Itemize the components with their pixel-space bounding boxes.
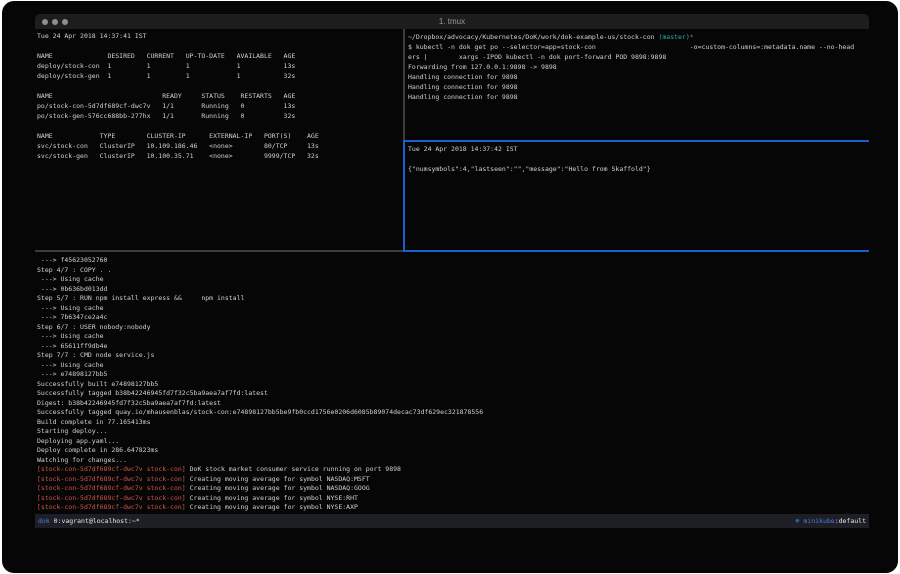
terminal-line: ---> Using cache <box>37 274 867 284</box>
terminal-line: Digest: b38b42246945fd7f32c5ba9aea7af7fd… <box>37 398 867 408</box>
terminal-line: Handling connection for 9898 <box>408 72 868 82</box>
terminal-line: Forwarding from 127.0.0.1:9898 -> 9898 <box>408 62 868 72</box>
screenshot-stage: 1. tmux Tue 24 Apr 2018 14:37:41 IST NAME… <box>0 0 900 574</box>
terminal-line: svc/stock-con ClusterIP 10.109.186.46 <n… <box>37 141 403 151</box>
terminal-line: Successfully tagged quay.io/mhausenblas/… <box>37 407 867 417</box>
pane-kubectl-watch[interactable]: Tue 24 Apr 2018 14:37:41 IST NAME DESIRED… <box>37 31 403 249</box>
terminal-line: po/stock-con-5d7df689cf-dwc7v 1/1 Runnin… <box>37 101 403 111</box>
terminal-line: Successfully built e74898127bb5 <box>37 379 867 389</box>
terminal-line: [stock-con-5d7df689cf-dwc7v stock-con] C… <box>37 474 867 484</box>
status-right-kube-context: ☸ minikube:default <box>796 517 866 525</box>
status-segment: dok <box>38 517 54 525</box>
terminal-line: [stock-con-5d7df689cf-dwc7v stock-con] C… <box>37 483 867 493</box>
terminal-line: svc/stock-gen ClusterIP 10.100.35.71 <no… <box>37 151 403 161</box>
terminal-line: Step 7/7 : CMD node service.js <box>37 350 867 360</box>
terminal-line: ~/Dropbox/advocacy/Kubernetes/DoK/work/d… <box>408 32 868 42</box>
terminal-line <box>37 121 403 131</box>
terminal-line: NAME READY STATUS RESTARTS AGE <box>37 91 403 101</box>
terminal-line <box>37 41 403 51</box>
terminal-line: Starting deploy... <box>37 426 867 436</box>
terminal-line: NAME TYPE CLUSTER-IP EXTERNAL-IP PORT(S)… <box>37 131 403 141</box>
status-left-session-window[interactable]: dok 0:vagrant@localhost:~* <box>38 517 140 525</box>
terminal-line: deploy/stock-con 1 1 1 1 13s <box>37 61 403 71</box>
pane-divider-vertical[interactable] <box>403 29 405 140</box>
terminal-line: Deploying app.yaml... <box>37 436 867 446</box>
terminal-line: ---> 7b6347ce2a4c <box>37 312 867 322</box>
terminal-line: Step 4/7 : COPY . . <box>37 265 867 275</box>
terminal-line: [stock-con-5d7df689cf-dwc7v stock-con] D… <box>37 464 867 474</box>
terminal-line: ers | xargs -IPOD kubectl -n dok port-fo… <box>408 52 868 62</box>
pane-divider-horizontal[interactable] <box>35 250 403 252</box>
terminal-line <box>37 81 403 91</box>
terminal-line: Build complete in 77.165413ms <box>37 417 867 427</box>
terminal-line: Step 6/7 : USER nobody:nobody <box>37 322 867 332</box>
terminal-line: deploy/stock-gen 1 1 1 1 32s <box>37 71 403 81</box>
window-titlebar[interactable]: 1. tmux <box>35 14 869 29</box>
status-segment: ☸ minikube <box>796 517 835 525</box>
terminal-line: Deploy complete in 286.647823ms <box>37 445 867 455</box>
terminal-line: ---> Using cache <box>37 331 867 341</box>
window-title: 1. tmux <box>35 17 869 26</box>
pane-skaffold-build-log[interactable]: ---> f45623052760Step 4/7 : COPY . . ---… <box>37 255 867 513</box>
status-segment: 0:vagrant@localhost:~* <box>54 517 140 525</box>
terminal-line: ---> 0b636bd013dd <box>37 284 867 294</box>
terminal-line <box>408 154 866 164</box>
terminal-line: Tue 24 Apr 2018 14:37:41 IST <box>37 31 403 41</box>
terminal-line: $ kubectl -n dok get po --selector=app=s… <box>408 42 868 52</box>
terminal-line: {"numsymbols":4,"lastseen":"","message":… <box>408 164 866 174</box>
terminal-line: Step 5/7 : RUN npm install express && np… <box>37 293 867 303</box>
terminal-line: ---> Using cache <box>37 360 867 370</box>
terminal-line: Watching for changes... <box>37 455 867 465</box>
terminal-line: ---> f45623052760 <box>37 255 867 265</box>
terminal-line: Handling connection for 9898 <box>408 82 868 92</box>
tmux-status-bar: dok 0:vagrant@localhost:~* ☸ minikube:de… <box>35 514 869 528</box>
terminal-line: ---> Using cache <box>37 303 867 313</box>
terminal-line: [stock-con-5d7df689cf-dwc7v stock-con] C… <box>37 493 867 503</box>
terminal-line: Handling connection for 9898 <box>408 92 868 102</box>
status-segment: :default <box>835 517 866 525</box>
terminal-line: NAME DESIRED CURRENT UP-TO-DATE AVAILABL… <box>37 51 403 61</box>
desktop-background: 1. tmux Tue 24 Apr 2018 14:37:41 IST NAME… <box>2 1 898 573</box>
terminal-line: Successfully tagged b38b42246945fd7f32c5… <box>37 388 867 398</box>
pane-port-forward-shell[interactable]: ~/Dropbox/advocacy/Kubernetes/DoK/work/d… <box>408 32 868 137</box>
terminal-line: [stock-con-5d7df689cf-dwc7v stock-con] C… <box>37 502 867 512</box>
terminal-line: ---> 65611ff9db4e <box>37 341 867 351</box>
terminal-line: Tue 24 Apr 2018 14:37:42 IST <box>408 144 866 154</box>
pane-curl-output[interactable]: Tue 24 Apr 2018 14:37:42 IST {"numsymbols… <box>408 144 866 248</box>
terminal-line: ---> e74898127bb5 <box>37 369 867 379</box>
terminal-line: po/stock-gen-576cc688bb-277hx 1/1 Runnin… <box>37 111 403 121</box>
